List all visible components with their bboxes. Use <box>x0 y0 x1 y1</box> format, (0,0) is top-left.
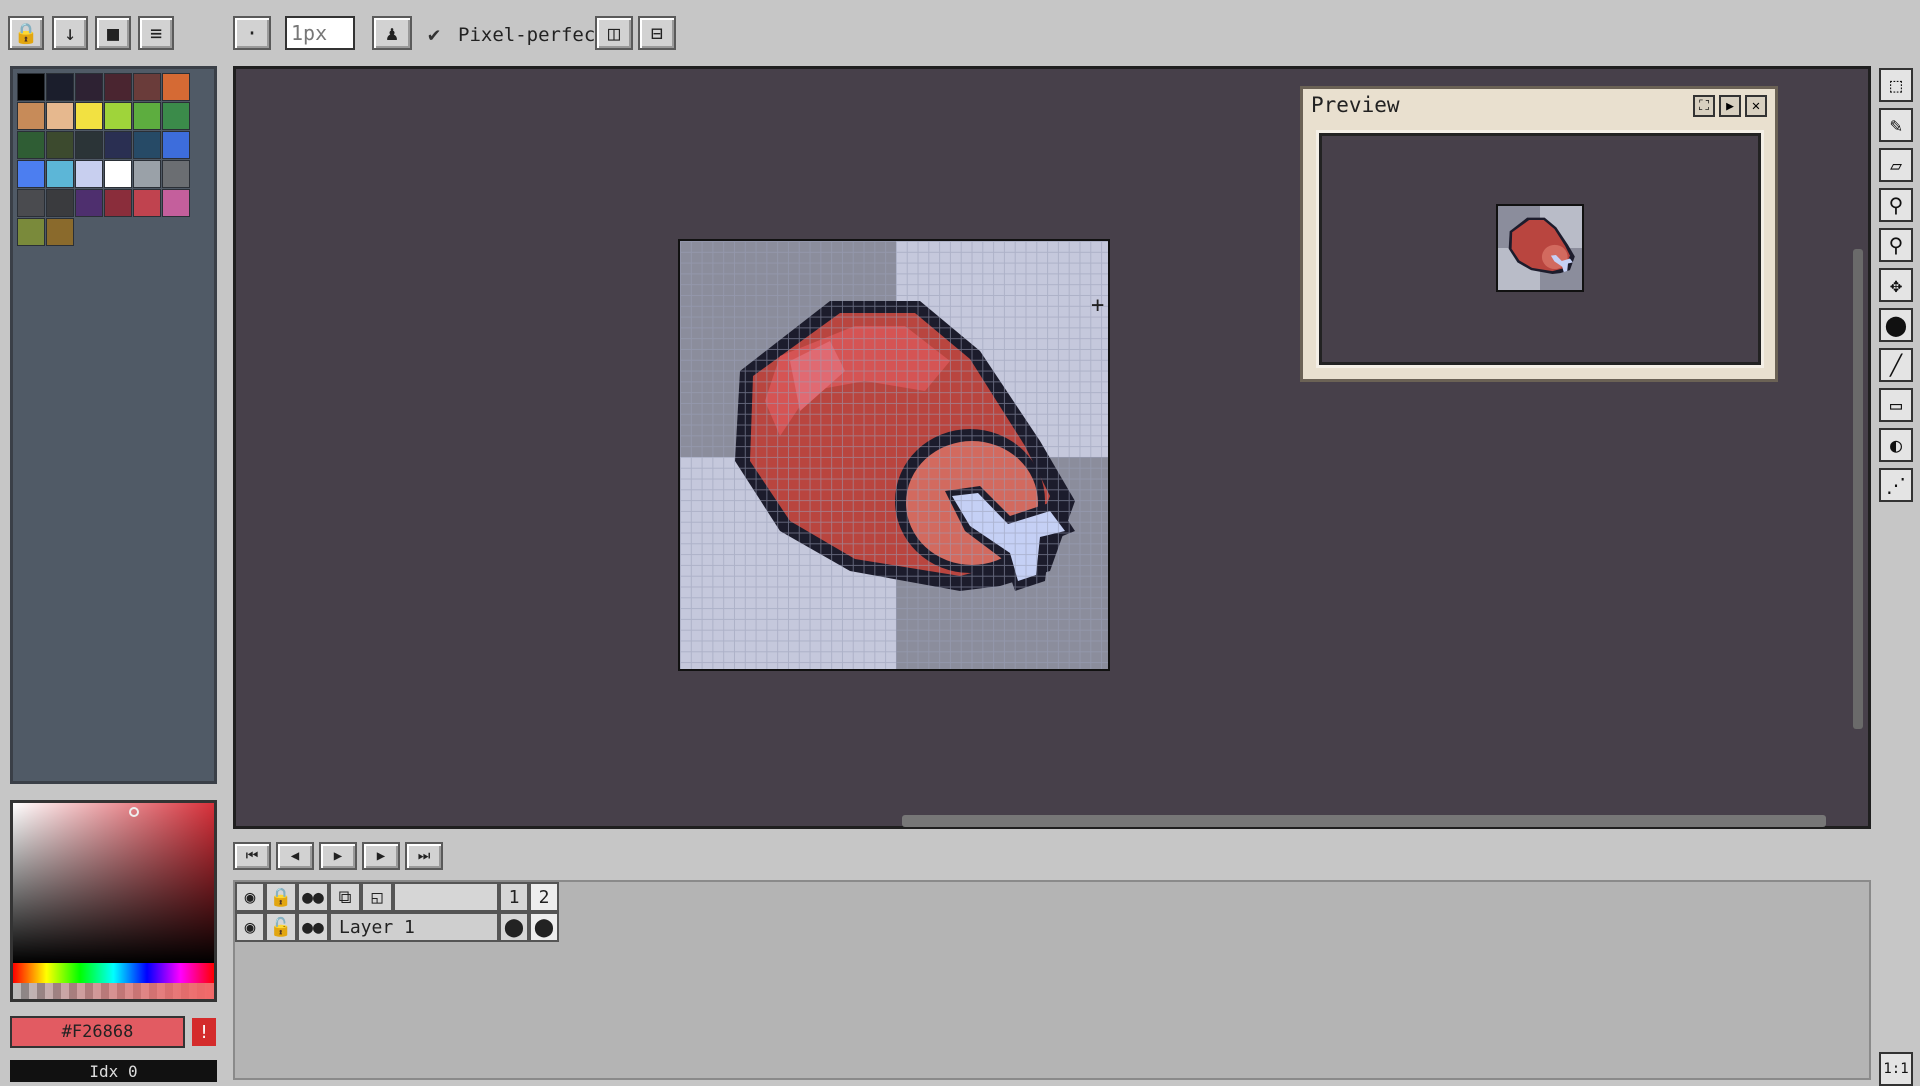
alpha-slider[interactable] <box>13 983 214 999</box>
symmetry-vertical-icon[interactable]: ⊟ <box>638 16 676 50</box>
preview-view <box>1319 133 1761 365</box>
vertical-scrollbar[interactable] <box>1853 249 1863 729</box>
palette-swatch[interactable] <box>75 189 103 217</box>
preview-thumbnail <box>1496 204 1584 292</box>
palette-swatch[interactable] <box>162 102 190 130</box>
last-frame-button[interactable]: ⏭ <box>405 842 443 870</box>
palette-panel <box>10 66 217 784</box>
palette-swatch[interactable] <box>162 160 190 188</box>
palette-swatch[interactable] <box>104 102 132 130</box>
menu-icon[interactable]: ≡ <box>138 16 174 50</box>
move-icon[interactable]: ✥ <box>1879 268 1913 302</box>
fit-icon[interactable]: ⛶ <box>1693 95 1715 117</box>
hue-slider[interactable] <box>13 963 214 983</box>
layer-name[interactable]: Layer 1 <box>329 912 499 942</box>
palette-swatch[interactable] <box>104 160 132 188</box>
frame-header-1[interactable]: 1 <box>499 882 529 912</box>
lock-icon[interactable]: 🔒 <box>8 16 44 50</box>
palette-swatch[interactable] <box>162 73 190 101</box>
rectangle-select-icon[interactable]: ⬚ <box>1879 68 1913 102</box>
cel-frame-1[interactable]: ⬤ <box>499 912 529 942</box>
square-icon[interactable]: ■ <box>95 16 131 50</box>
palette-swatch[interactable] <box>75 102 103 130</box>
palette-swatch[interactable] <box>133 73 161 101</box>
palette-swatch[interactable] <box>46 189 74 217</box>
eraser-icon[interactable]: ▱ <box>1879 148 1913 182</box>
frame-header-2[interactable]: 2 <box>529 882 559 912</box>
saturation-value-field[interactable] <box>13 803 214 963</box>
palette-swatch[interactable] <box>104 189 132 217</box>
arrow-down-icon[interactable]: ↓ <box>52 16 88 50</box>
lock-icon[interactable]: 🔒 <box>265 882 297 912</box>
palette-swatch[interactable] <box>17 131 45 159</box>
spray-icon[interactable]: ⋰ <box>1879 468 1913 502</box>
brush-size-input[interactable]: 1px <box>285 16 355 50</box>
horizontal-scrollbar[interactable] <box>902 815 1826 827</box>
zoom-reset-button[interactable]: 1:1 <box>1879 1052 1913 1086</box>
ink-icon[interactable]: ♟ <box>372 16 412 50</box>
layer-header <box>393 882 499 912</box>
palette-swatch[interactable] <box>133 131 161 159</box>
palette-swatch[interactable] <box>133 160 161 188</box>
prev-frame-button[interactable]: ◀ <box>276 842 314 870</box>
pencil-icon[interactable]: ✎ <box>1879 108 1913 142</box>
top-toolbar: 🔒 ↓ ■ ≡ · 1px ♟ ✔ Pixel-perfect ◫ ⊟ <box>0 0 1920 66</box>
play-icon[interactable]: ▶ <box>1719 95 1741 117</box>
palette-swatch[interactable] <box>17 73 45 101</box>
layer-mode-icon[interactable]: ◱ <box>361 882 393 912</box>
palette-swatch[interactable] <box>104 131 132 159</box>
fill-bucket-icon[interactable]: ⬤ <box>1879 308 1913 342</box>
pixel-perfect-checkbox[interactable]: ✔ <box>428 22 440 46</box>
first-frame-button[interactable]: ⏮ <box>233 842 271 870</box>
color-picker[interactable] <box>10 800 217 1002</box>
picker-handle[interactable] <box>129 807 139 817</box>
palette-swatch[interactable] <box>46 102 74 130</box>
symmetry-horizontal-icon[interactable]: ◫ <box>595 16 633 50</box>
hex-color-field[interactable]: #F26868 <box>10 1016 185 1048</box>
palette-swatch[interactable] <box>104 73 132 101</box>
play-button[interactable]: ▶ <box>319 842 357 870</box>
palette-swatch[interactable] <box>17 102 45 130</box>
palette-swatch[interactable] <box>133 189 161 217</box>
palette-swatch[interactable] <box>17 189 45 217</box>
pixel-perfect-label: Pixel-perfect <box>458 24 607 46</box>
layer-lock-icon[interactable]: 🔓 <box>265 912 297 942</box>
palette-index-label: Idx 0 <box>10 1060 217 1082</box>
line-icon[interactable]: ╱ <box>1879 348 1913 382</box>
palette-swatch[interactable] <box>162 131 190 159</box>
palette-swatch[interactable] <box>17 160 45 188</box>
palette-swatch[interactable] <box>46 73 74 101</box>
palette-swatch[interactable] <box>46 131 74 159</box>
preview-window[interactable]: Preview ⛶ ▶ ✕ <box>1300 86 1778 382</box>
palette-swatch[interactable] <box>162 189 190 217</box>
palette-swatch[interactable] <box>133 102 161 130</box>
warning-icon[interactable]: ! <box>192 1018 216 1046</box>
close-icon[interactable]: ✕ <box>1745 95 1767 117</box>
contour-icon[interactable]: ◐ <box>1879 428 1913 462</box>
link-cels-icon[interactable]: ⧉ <box>329 882 361 912</box>
palette-swatch[interactable] <box>75 73 103 101</box>
sprite-canvas[interactable] <box>678 239 1110 671</box>
palette-swatch[interactable] <box>75 131 103 159</box>
brush-shape-button[interactable]: · <box>233 16 271 50</box>
crosshair-cursor: + <box>1091 293 1105 318</box>
palette-swatch[interactable] <box>46 160 74 188</box>
onion-skin-icon[interactable]: ●● <box>297 882 329 912</box>
palette-swatch[interactable] <box>17 218 45 246</box>
eyedropper-icon[interactable]: ⚲ <box>1879 188 1913 222</box>
zoom-icon[interactable]: ⚲ <box>1879 228 1913 262</box>
palette-swatch[interactable] <box>75 160 103 188</box>
next-frame-button[interactable]: ▶ <box>362 842 400 870</box>
palette-swatch[interactable] <box>46 218 74 246</box>
layer-continuous-icon[interactable]: ●● <box>297 912 329 942</box>
timeline-panel: ◉ 🔒 ●● ⧉ ◱ 1 2 ◉ 🔓 ●● Layer 1 ⬤ ⬤ <box>233 880 1871 1080</box>
tools-panel: ⬚ ✎ ▱ ⚲ ⚲ ✥ ⬤ ╱ ▭ ◐ ⋰ 1:1 <box>1873 66 1920 1086</box>
layer-visibility-icon[interactable]: ◉ <box>235 912 265 942</box>
rectangle-icon[interactable]: ▭ <box>1879 388 1913 422</box>
preview-title: Preview <box>1311 93 1400 117</box>
eye-icon[interactable]: ◉ <box>235 882 265 912</box>
cel-frame-2[interactable]: ⬤ <box>529 912 559 942</box>
